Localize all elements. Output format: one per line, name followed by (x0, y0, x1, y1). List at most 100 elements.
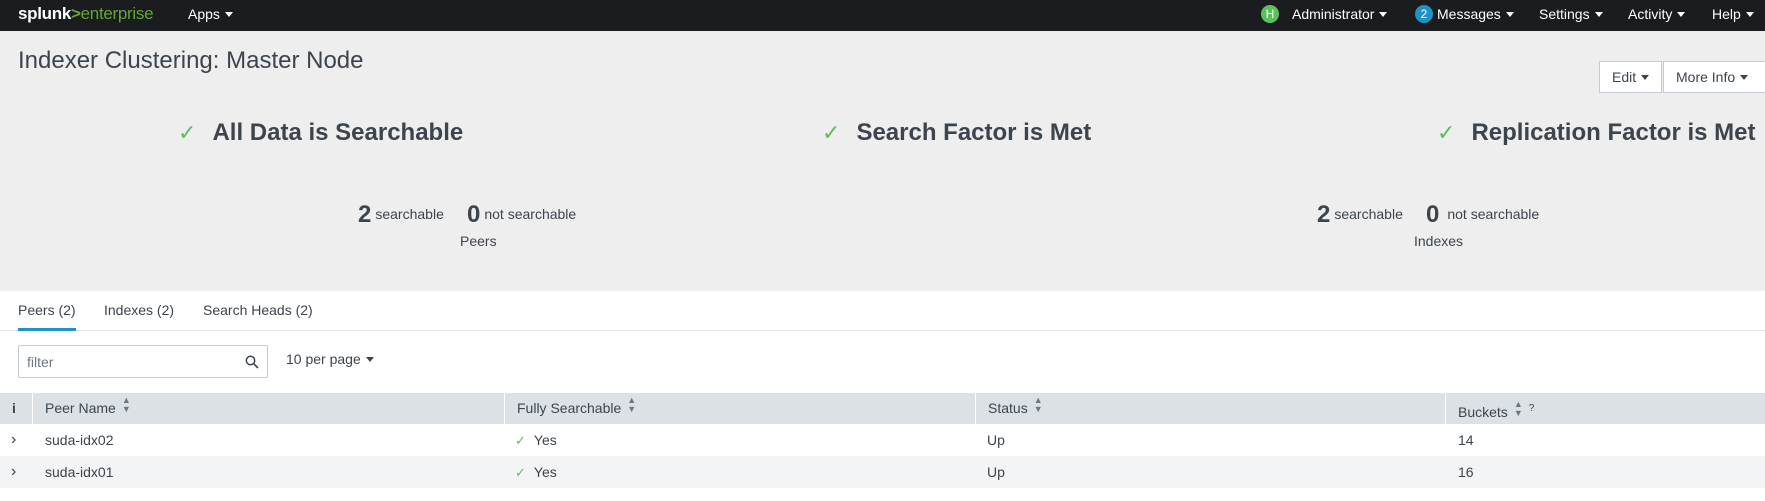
check-icon: ✓ (178, 120, 197, 145)
apps-menu-label: Apps (188, 6, 220, 22)
table-row: › suda-idx01 ✓ Yes Up 16 (0, 456, 1765, 488)
sort-icon: ▲ ▼ (1033, 395, 1043, 414)
peer-name-header[interactable]: Peer Name ▲ ▼ (45, 393, 131, 424)
status-text: Replication Factor is Met (1471, 119, 1756, 146)
sort-icon: ▲ ▼ (1513, 399, 1523, 418)
chevron-down-icon (1677, 12, 1686, 17)
brand-splunk: splunk (18, 4, 71, 23)
check-icon: ✓ (1437, 120, 1456, 145)
column-divider (1445, 393, 1446, 424)
peer-name-cell: suda-idx01 (45, 464, 114, 480)
help-menu-label: Help (1712, 6, 1741, 22)
indexes-not-searchable-label: not searchable (1447, 206, 1540, 222)
buckets-header[interactable]: Buckets ▲ ▼? (1458, 393, 1534, 424)
status-header-label: Status (988, 400, 1028, 416)
buckets-cell: 14 (1458, 432, 1474, 448)
fully-searchable-header[interactable]: Fully Searchable ▲ ▼ (517, 393, 636, 424)
more-info-button-label: More Info (1676, 69, 1736, 85)
indexes-caption: Indexes (1414, 233, 1464, 249)
peers-not-searchable-stat: 0 not searchable (467, 201, 576, 229)
fully-searchable-value: Yes (533, 432, 557, 448)
indexes-searchable-label: searchable (1334, 206, 1403, 222)
page-title: Indexer Clustering: Master Node (18, 47, 364, 74)
sort-icon: ▲ ▼ (627, 395, 637, 414)
expand-row-icon[interactable]: › (11, 456, 16, 488)
per-page-dropdown[interactable]: 10 per page (286, 351, 374, 367)
expand-row-icon[interactable]: › (11, 424, 16, 456)
activity-menu-label: Activity (1628, 6, 1673, 22)
brand-gt: > (71, 4, 81, 23)
sort-icon: ▲ ▼ (121, 395, 131, 414)
chevron-down-icon (224, 12, 233, 17)
peers-searchable-stat: 2 searchable (358, 201, 444, 229)
settings-menu[interactable]: Settings (1539, 6, 1603, 22)
check-icon: ✓ (515, 433, 526, 448)
indexes-searchable-stat: 2 searchable (1317, 201, 1403, 229)
check-icon: ✓ (515, 465, 526, 480)
help-icon[interactable]: ? (1529, 403, 1535, 414)
indexes-not-searchable-count: 0 (1426, 201, 1440, 228)
peers-caption: Peers (460, 233, 497, 249)
chevron-down-icon (1641, 75, 1650, 80)
search-icon[interactable] (245, 355, 259, 369)
peers-searchable-count: 2 (358, 201, 372, 228)
peer-name-header-label: Peer Name (45, 400, 116, 416)
help-menu[interactable]: Help (1712, 6, 1754, 22)
chevron-down-icon (1594, 12, 1603, 17)
peer-name-cell: suda-idx02 (45, 432, 114, 448)
peers-not-searchable-label: not searchable (484, 206, 577, 222)
fully-searchable-cell: ✓ Yes (515, 424, 557, 456)
peers-searchable-label: searchable (375, 206, 444, 222)
settings-menu-label: Settings (1539, 6, 1590, 22)
messages-count-badge[interactable]: 2 (1415, 5, 1433, 23)
chevron-down-icon (1745, 12, 1754, 17)
status-text: Search Factor is Met (856, 119, 1092, 146)
indexes-not-searchable-stat: 0 not searchable (1426, 201, 1539, 229)
more-info-button[interactable]: More Info (1663, 61, 1765, 93)
buckets-cell: 16 (1458, 464, 1474, 480)
messages-menu-label: Messages (1437, 6, 1501, 22)
fully-searchable-value: Yes (533, 464, 557, 480)
fully-searchable-header-label: Fully Searchable (517, 400, 622, 416)
user-avatar[interactable]: H (1261, 5, 1279, 23)
status-all-data-searchable: ✓ All Data is Searchable (178, 119, 463, 147)
user-menu[interactable]: Administrator (1292, 6, 1388, 22)
user-menu-label: Administrator (1292, 6, 1375, 22)
per-page-label: 10 per page (286, 351, 361, 367)
edit-button[interactable]: Edit (1599, 61, 1663, 93)
apps-menu[interactable]: Apps (188, 6, 233, 22)
status-text: All Data is Searchable (212, 119, 464, 146)
tab-peers[interactable]: Peers (2) (18, 301, 76, 331)
indexes-searchable-count: 2 (1317, 201, 1331, 228)
edit-button-label: Edit (1612, 69, 1637, 85)
column-divider (32, 393, 33, 424)
table-row: › suda-idx02 ✓ Yes Up 14 (0, 424, 1765, 456)
peers-not-searchable-count: 0 (467, 201, 481, 228)
top-navbar: splunk>enterprise Apps H Administrator 2… (0, 0, 1765, 31)
cluster-summary: Indexer Clustering: Master Node Edit Mor… (0, 31, 1765, 291)
brand-enterprise: enterprise (80, 4, 154, 23)
chevron-down-icon (365, 357, 374, 362)
column-divider (504, 393, 505, 424)
status-replication-factor: ✓ Replication Factor is Met (1437, 119, 1756, 147)
tab-search-heads[interactable]: Search Heads (2) (203, 301, 313, 331)
fully-searchable-cell: ✓ Yes (515, 456, 557, 488)
splunk-logo[interactable]: splunk>enterprise (18, 3, 154, 25)
column-divider (975, 393, 976, 424)
info-column-header: i (12, 400, 16, 416)
table-header: i Peer Name ▲ ▼ Fully Searchable ▲ ▼ Status ▲… (0, 393, 1765, 424)
filter-box (18, 345, 268, 378)
messages-menu[interactable]: Messages (1437, 6, 1514, 22)
filter-input[interactable] (19, 346, 229, 377)
tab-bar: Peers (2) Indexes (2) Search Heads (2) (0, 291, 1765, 331)
chevron-down-icon (1379, 12, 1388, 17)
status-cell: Up (987, 464, 1005, 480)
chevron-down-icon (1740, 75, 1749, 80)
tab-indexes[interactable]: Indexes (2) (104, 301, 174, 331)
status-header[interactable]: Status ▲ ▼ (988, 393, 1043, 424)
peers-table: i Peer Name ▲ ▼ Fully Searchable ▲ ▼ Status ▲… (0, 393, 1765, 488)
check-icon: ✓ (822, 120, 841, 145)
activity-menu[interactable]: Activity (1628, 6, 1686, 22)
status-search-factor: ✓ Search Factor is Met (822, 119, 1091, 147)
chevron-down-icon (1505, 12, 1514, 17)
